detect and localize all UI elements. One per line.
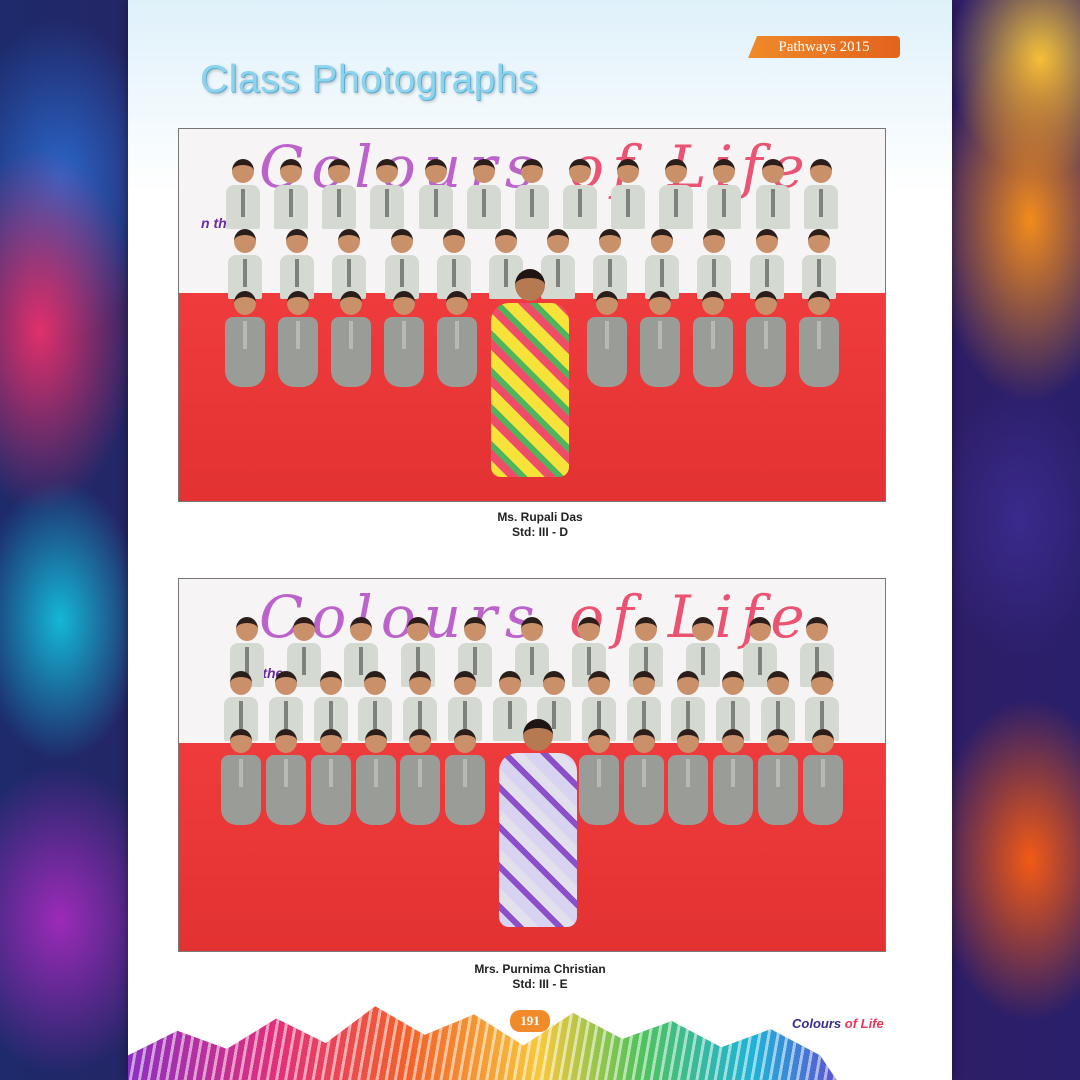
student <box>370 159 405 229</box>
photo-caption: Mrs. Purnima Christian Std: III - E <box>128 962 952 992</box>
student <box>331 291 372 387</box>
student <box>266 729 307 825</box>
student <box>692 291 733 387</box>
student <box>593 229 628 299</box>
student <box>586 291 627 387</box>
student <box>228 229 263 299</box>
student <box>563 159 598 229</box>
student <box>310 729 351 825</box>
student <box>802 729 843 825</box>
student <box>384 291 425 387</box>
student <box>745 291 786 387</box>
student <box>707 159 742 229</box>
student <box>611 159 646 229</box>
teacher-name: Mrs. Purnima Christian <box>474 962 606 976</box>
class-photo-III-E: Colours of Life On the <box>178 578 886 952</box>
student <box>445 729 486 825</box>
student <box>623 729 664 825</box>
student <box>384 229 419 299</box>
student <box>221 729 262 825</box>
student <box>668 729 709 825</box>
page-number: 191 <box>510 1010 550 1032</box>
student <box>801 229 836 299</box>
back-row <box>219 159 845 229</box>
student <box>645 229 680 299</box>
student <box>226 159 261 229</box>
student <box>274 159 309 229</box>
colours-of-life-logo: Colours of Life <box>792 1016 884 1031</box>
student <box>514 159 549 229</box>
student <box>278 291 319 387</box>
student <box>757 729 798 825</box>
teacher-figure <box>491 269 569 479</box>
student <box>280 229 315 299</box>
student <box>749 229 784 299</box>
student <box>798 291 839 387</box>
class-standard: Std: III - D <box>512 525 568 539</box>
teacher-name: Ms. Rupali Das <box>497 510 583 524</box>
student <box>322 159 357 229</box>
brochure-page: Pathways 2015 Class Photographs Colours … <box>128 0 952 1080</box>
student <box>697 229 732 299</box>
student <box>659 159 694 229</box>
student <box>639 291 680 387</box>
class-photo-III-D: Colours of Life n the <box>178 128 886 502</box>
student <box>578 729 619 825</box>
student <box>437 291 478 387</box>
student <box>355 729 396 825</box>
student <box>466 159 501 229</box>
student <box>400 729 441 825</box>
pathways-badge: Pathways 2015 <box>748 36 900 58</box>
student <box>755 159 790 229</box>
teacher-figure <box>499 719 577 929</box>
photo-caption: Ms. Rupali Das Std: III - D <box>128 510 952 540</box>
student <box>332 229 367 299</box>
student <box>436 229 471 299</box>
student <box>418 159 453 229</box>
student <box>713 729 754 825</box>
class-standard: Std: III - E <box>512 977 568 991</box>
student <box>225 291 266 387</box>
student <box>803 159 838 229</box>
page-title: Class Photographs <box>200 58 539 101</box>
